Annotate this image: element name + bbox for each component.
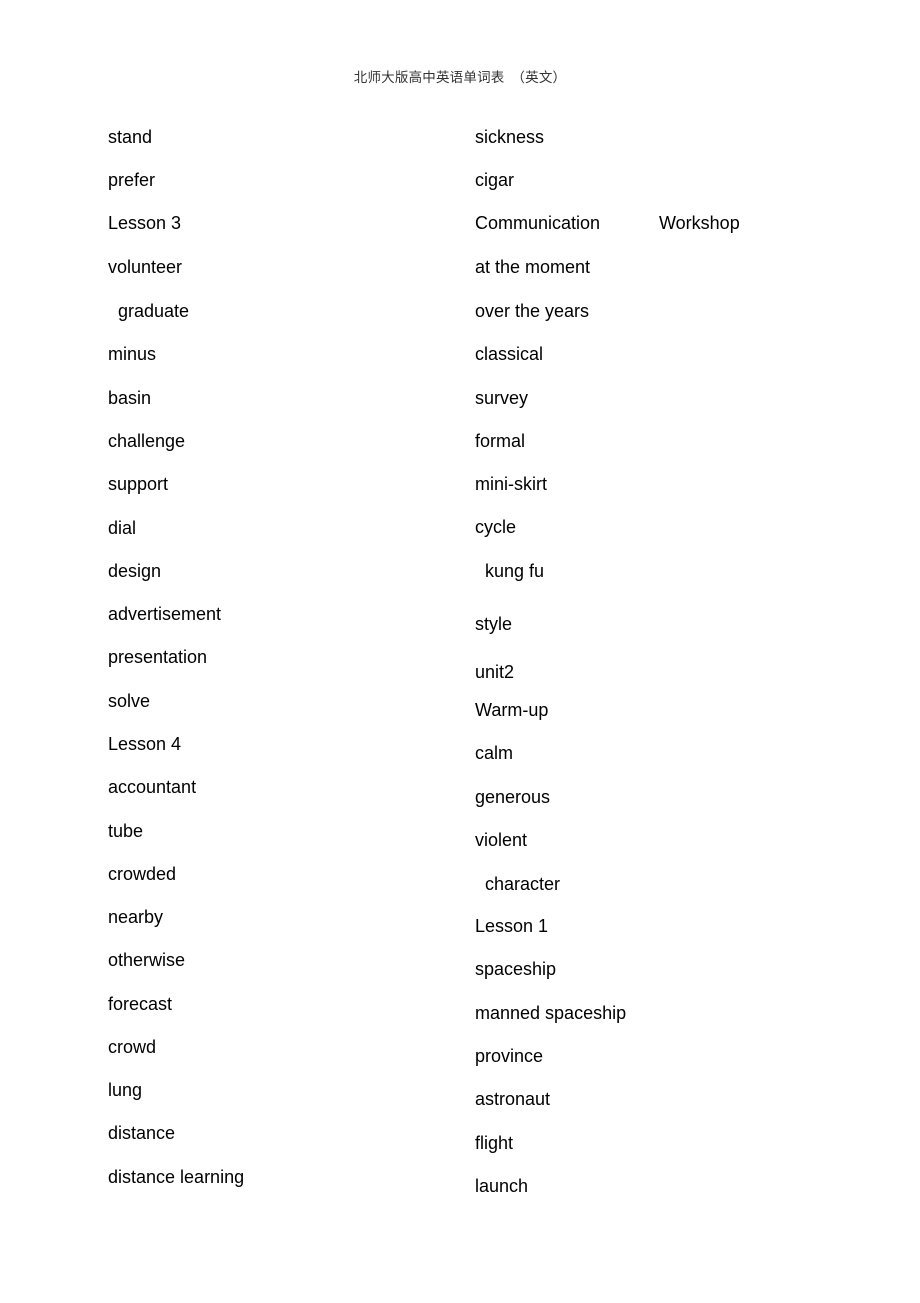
vocabulary-word: at the moment (475, 257, 591, 277)
vocabulary-word: solve (108, 691, 151, 711)
vocabulary-word: kung fu (485, 561, 545, 581)
vocabulary-word: province (475, 1046, 544, 1066)
vocabulary-word: character (485, 874, 561, 894)
vocabulary-word: cigar (475, 170, 515, 190)
vocabulary-word: dial (108, 518, 137, 538)
vocabulary-word: Warm-up (475, 700, 549, 720)
page-header-title: 北师大版高中英语单词表 （英文） (353, 70, 567, 85)
vocabulary-word: launch (475, 1176, 529, 1196)
vocabulary-word: challenge (108, 431, 186, 451)
vocabulary-word: over the years (475, 301, 590, 321)
vocabulary-word: calm (475, 743, 514, 763)
vocabulary-word: distance learning (108, 1167, 245, 1187)
vocabulary-word: Lesson 4 (108, 734, 182, 754)
vocabulary-word: design (108, 561, 162, 581)
vocabulary-word: basin (108, 388, 152, 408)
vocabulary-word: classical (475, 344, 544, 364)
vocabulary-word: presentation (108, 647, 208, 667)
vocabulary-word: stand (108, 127, 153, 147)
vocabulary-word: nearby (108, 907, 164, 927)
vocabulary-word: crowded (108, 864, 177, 884)
vocabulary-word: prefer (108, 170, 156, 190)
vocabulary-word: lung (108, 1080, 143, 1100)
vocabulary-word: otherwise (108, 950, 186, 970)
vocabulary-word: survey (475, 388, 529, 408)
vocabulary-word: support (108, 474, 169, 494)
vocabulary-word: graduate (118, 301, 190, 321)
vocabulary-word: mini-skirt (475, 474, 547, 494)
vocabulary-word: manned spaceship (475, 1003, 627, 1023)
vocabulary-word: Communication (475, 213, 601, 233)
vocabulary-word: astronaut (475, 1089, 551, 1109)
document-page: 北师大版高中英语单词表 （英文） stand prefer Lesson 3 volu… (0, 0, 920, 1303)
vocabulary-word: violent (475, 830, 528, 850)
vocabulary-word: minus (108, 344, 157, 364)
vocabulary-word: unit2 (475, 662, 515, 682)
vocabulary-word: distance (108, 1123, 176, 1143)
vocabulary-word-secondary: Workshop (659, 213, 740, 233)
vocabulary-word: Lesson 1 (475, 916, 549, 936)
vocabulary-word: flight (475, 1133, 514, 1153)
vocabulary-word: style (475, 614, 513, 634)
vocabulary-word: Lesson 3 (108, 213, 182, 233)
vocabulary-word: sickness (475, 127, 545, 147)
vocabulary-word: crowd (108, 1037, 157, 1057)
vocabulary-word: accountant (108, 777, 197, 797)
vocabulary-word: formal (475, 431, 526, 451)
vocabulary-word: volunteer (108, 257, 183, 277)
vocabulary-word: forecast (108, 994, 173, 1014)
vocabulary-word: advertisement (108, 604, 222, 624)
vocabulary-word: spaceship (475, 959, 557, 979)
vocabulary-word: tube (108, 821, 144, 841)
vocabulary-word: cycle (475, 517, 517, 537)
vocabulary-word: generous (475, 787, 551, 807)
